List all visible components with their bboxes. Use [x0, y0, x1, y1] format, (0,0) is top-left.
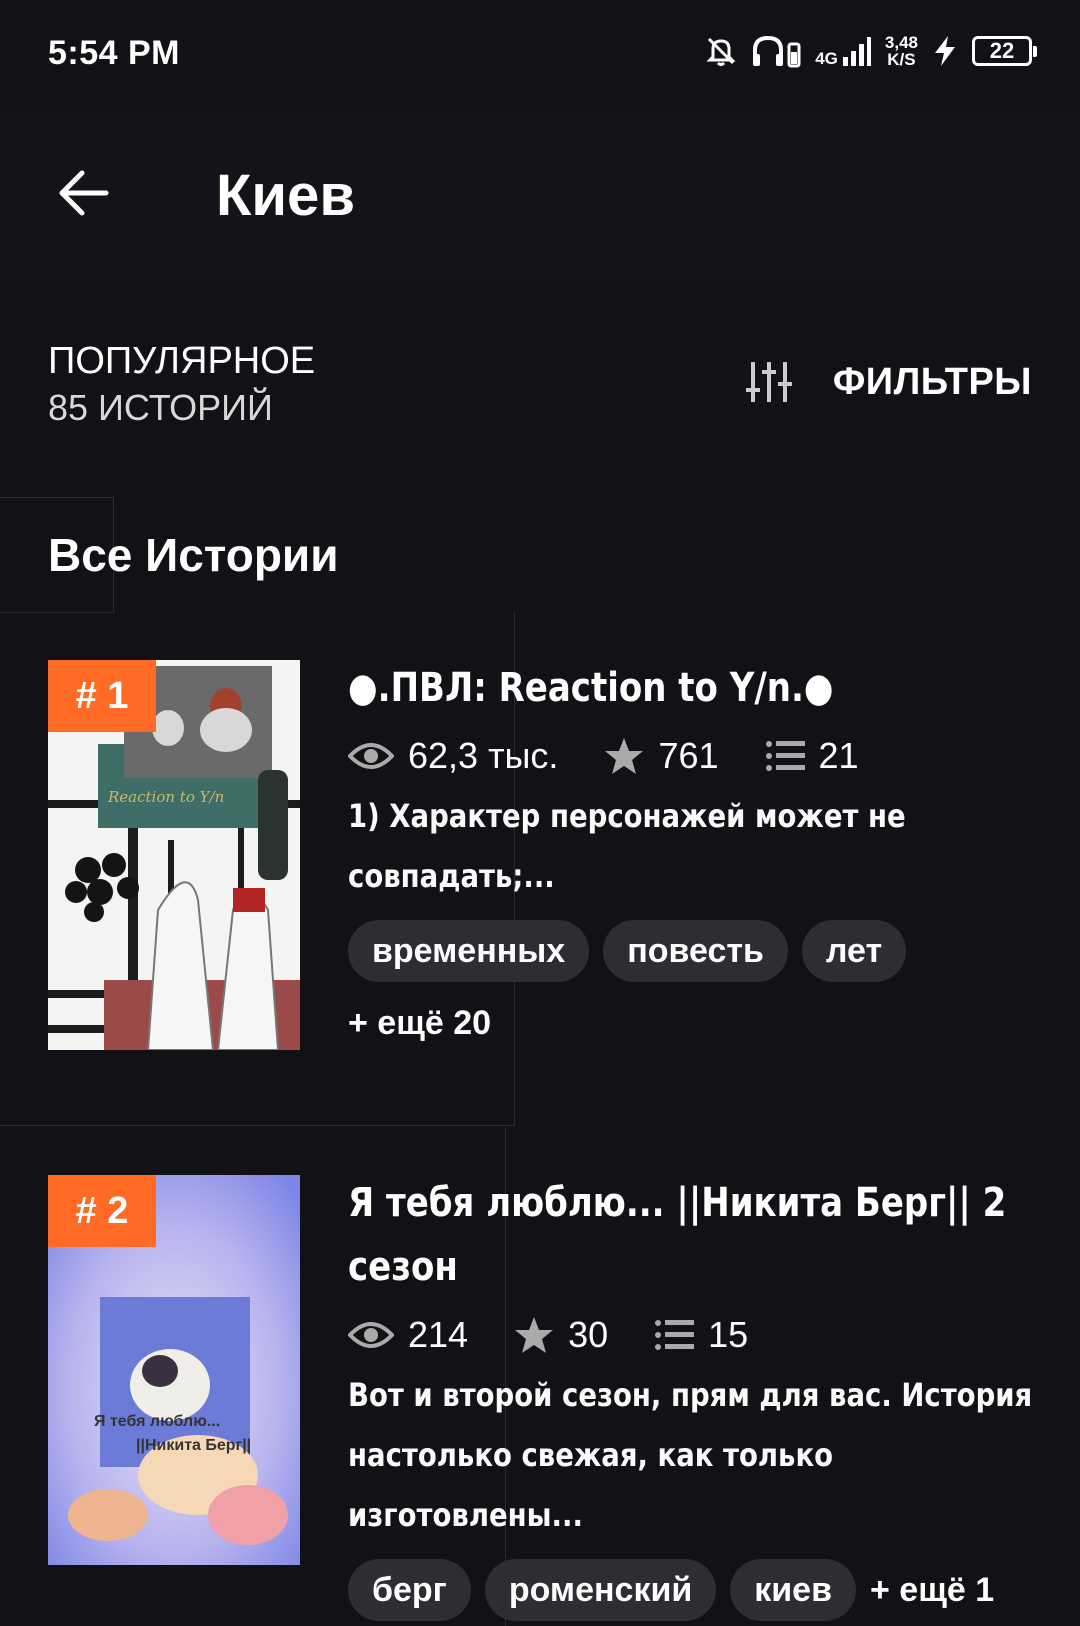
battery-icon: 22	[972, 36, 1037, 66]
story-description: Вот и второй сезон, прям для вас. Истори…	[348, 1376, 1033, 1534]
star-icon	[605, 738, 644, 774]
story-title[interactable]: Я тебя люблю... ||Никита Берг|| 2 сезон	[348, 1171, 1040, 1299]
arrow-left-icon[interactable]	[56, 165, 112, 221]
list-icon	[655, 1320, 695, 1350]
eye-icon	[348, 743, 394, 769]
tag-list: берг роменский киев + ещё 1	[348, 1559, 1038, 1621]
tag-chip[interactable]: временных	[348, 920, 590, 982]
star-icon	[515, 1317, 554, 1353]
story-stats: 214 30 15	[348, 1305, 1038, 1365]
status-icons: 4G 3,48 K/S 22	[705, 33, 1037, 69]
story-cover[interactable]: # 1 Reaction to Y/n	[48, 660, 300, 1050]
tag-chip[interactable]: повесть	[603, 920, 788, 982]
app-bar: Киев	[0, 110, 1080, 280]
eye-icon	[348, 1322, 394, 1348]
cover-caption: Reaction to Y/n	[108, 788, 225, 806]
tag-chip[interactable]: берг	[348, 1559, 471, 1621]
tag-list: временных повесть лет	[348, 920, 1038, 982]
votes-count: 30	[568, 1314, 609, 1355]
page-title: Киев	[216, 163, 355, 228]
tag-chip[interactable]: лет	[801, 920, 907, 982]
more-tags[interactable]: + ещё 20	[348, 1004, 1038, 1043]
network-type: 4G	[815, 49, 838, 68]
tag-chip[interactable]: киев	[730, 1559, 856, 1621]
sort-header[interactable]: ПОПУЛЯРНОЕ 85 ИСТОРИЙ	[48, 340, 315, 429]
filters-button[interactable]: ФИЛЬТРЫ	[745, 360, 1032, 404]
votes-stat: 761	[604, 735, 719, 777]
story-count: 85 ИСТОРИЙ	[48, 387, 273, 428]
story-info: ●.ПВЛ: Reaction to Y/n.● 62,3 тыс. 761 2…	[348, 656, 1038, 1043]
list-title: Все Истории	[48, 529, 339, 581]
views-count: 214	[408, 1314, 469, 1355]
charging-icon	[935, 36, 955, 66]
sort-title: ПОПУЛЯРНОЕ	[48, 340, 316, 382]
list-icon	[765, 741, 805, 771]
bell-off-icon	[706, 37, 736, 66]
views-stat: 214	[348, 1314, 468, 1356]
cover-caption: ||Никита Берг||	[136, 1437, 252, 1454]
parts-count: 15	[708, 1314, 749, 1355]
story-stats: 62,3 тыс. 761 21	[348, 726, 1038, 786]
more-tags[interactable]: + ещё 1	[870, 1571, 994, 1610]
status-time: 5:54 PM	[48, 34, 180, 72]
votes-count: 761	[658, 735, 719, 776]
views-stat: 62,3 тыс.	[348, 735, 558, 777]
headphones-icon	[753, 35, 801, 68]
tag-chip[interactable]: роменский	[484, 1559, 717, 1621]
story-description: 1) Характер персонажей может не совпадат…	[348, 797, 906, 895]
story-cover[interactable]: # 2 Я тебя люблю... ||Никита Берг||	[48, 1175, 300, 1565]
status-bar: 5:54 PM 4G 3,48 K/S 22	[0, 0, 1080, 110]
rank-badge: # 1	[48, 660, 156, 732]
cover-caption: Я тебя люблю...	[94, 1413, 221, 1430]
parts-stat: 15	[654, 1314, 748, 1356]
story-title[interactable]: ●.ПВЛ: Reaction to Y/n.●	[348, 656, 1040, 720]
filters-label: ФИЛЬТРЫ	[832, 360, 1032, 403]
net-speed: 3,48 K/S	[884, 33, 918, 69]
views-count: 62,3 тыс.	[408, 735, 559, 776]
sliders-icon	[745, 362, 792, 402]
rank-badge: # 2	[48, 1175, 156, 1247]
parts-count: 21	[818, 735, 859, 776]
signal-icon: 4G	[815, 35, 871, 67]
votes-stat: 30	[514, 1314, 608, 1356]
parts-stat: 21	[765, 735, 859, 777]
story-info: Я тебя люблю... ||Никита Берг|| 2 сезон …	[348, 1171, 1038, 1621]
